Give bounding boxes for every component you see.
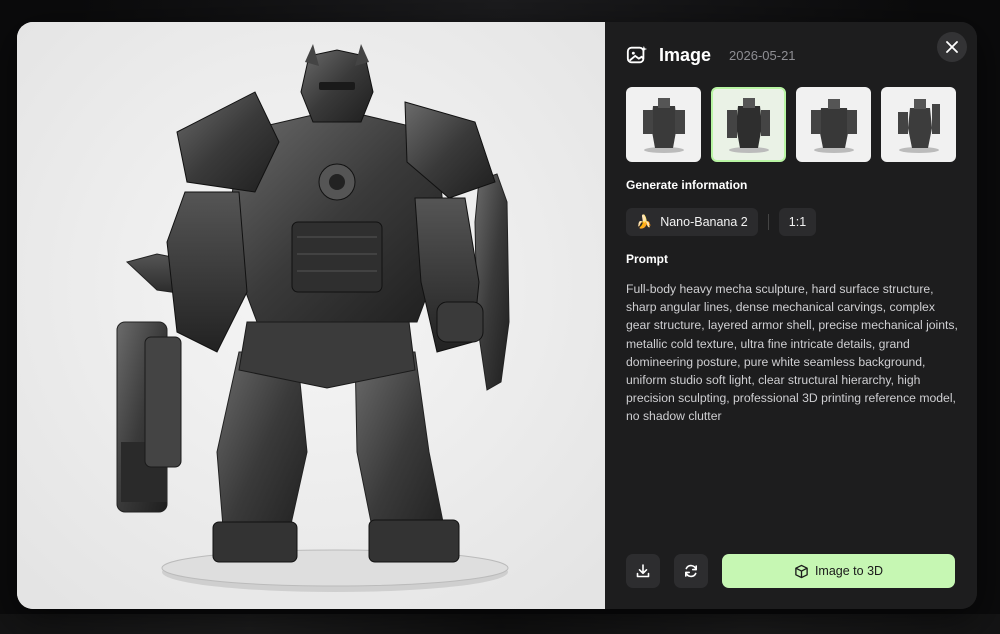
cube-icon xyxy=(795,564,808,578)
image-sparkle-icon xyxy=(626,45,648,64)
mecha-thumbnail-image xyxy=(726,97,770,153)
model-name: Nano-Banana 2 xyxy=(660,215,748,229)
model-chip: 🍌 Nano-Banana 2 xyxy=(626,208,758,236)
mecha-figure-image xyxy=(17,22,605,609)
aspect-ratio-chip: 1:1 xyxy=(778,208,817,236)
close-icon xyxy=(946,41,958,53)
action-bar: Image to 3D xyxy=(626,554,955,588)
generate-information-label: Generate information xyxy=(626,178,748,192)
generation-params: 🍌 Nano-Banana 2 1:1 xyxy=(626,208,817,236)
mecha-thumbnail-image xyxy=(810,98,857,153)
close-button[interactable] xyxy=(937,32,967,62)
thumbnail-1[interactable] xyxy=(626,87,701,162)
dialog-title: Image xyxy=(659,44,712,65)
thumbnail-strip xyxy=(626,87,956,162)
prompt-text: Full-body heavy mecha sculpture, hard su… xyxy=(626,282,958,424)
download-icon xyxy=(636,564,650,578)
prompt-label: Prompt xyxy=(626,252,668,266)
chip-divider xyxy=(767,214,769,230)
info-panel: Image 2026-05-21 Generate information 🍌 … xyxy=(605,22,977,609)
regenerate-button[interactable] xyxy=(674,554,708,588)
download-button[interactable] xyxy=(626,554,660,588)
image-preview xyxy=(17,22,605,609)
mecha-thumbnail-image xyxy=(642,97,685,153)
refresh-icon xyxy=(685,564,697,578)
dialog-header: Image 2026-05-21 xyxy=(626,44,796,66)
banana-icon: 🍌 xyxy=(636,214,653,229)
thumbnail-3[interactable] xyxy=(796,87,871,162)
image-detail-dialog: Image 2026-05-21 Generate information 🍌 … xyxy=(17,22,977,609)
thumbnail-4[interactable] xyxy=(881,87,956,162)
thumbnail-2[interactable] xyxy=(711,87,786,162)
image-to-3d-label: Image to 3D xyxy=(814,564,884,578)
generation-date: 2026-05-21 xyxy=(729,47,796,63)
image-to-3d-button[interactable]: Image to 3D xyxy=(722,554,955,588)
aspect-ratio-value: 1:1 xyxy=(788,215,807,229)
mecha-thumbnail-image xyxy=(897,98,940,153)
